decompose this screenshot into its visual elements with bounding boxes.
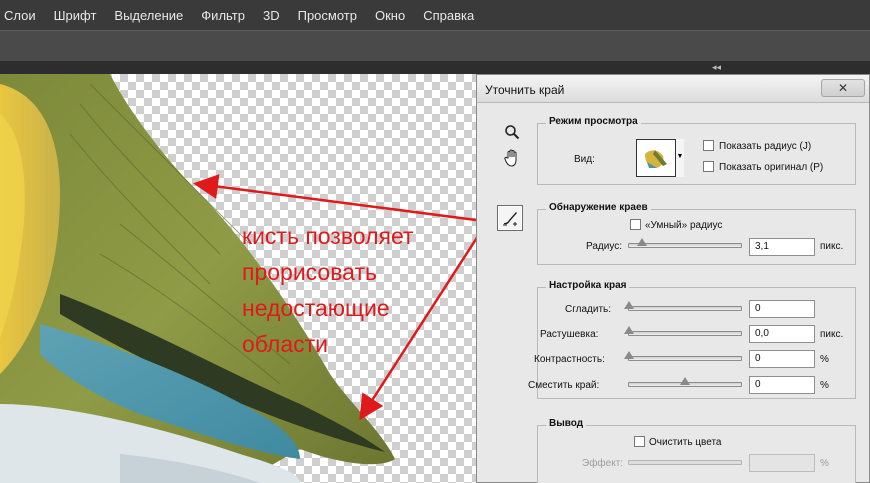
collapse-panels-icon[interactable]: ◂◂ [712,62,721,73]
shift-edge-input[interactable]: 0 [749,376,815,394]
annotation-line: области [242,331,329,357]
show-original-checkbox[interactable] [703,161,714,172]
effect-unit: % [820,458,829,469]
menu-item-4[interactable]: 3D [263,8,288,23]
menu-item-7[interactable]: Справка [423,8,482,23]
radius-slider[interactable] [628,238,742,248]
view-mode-group: Режим просмотра Вид: ▼ Показать радиус (… [537,116,856,185]
effect-input[interactable] [749,454,815,472]
radius-input[interactable]: 3,1 [749,238,815,256]
feather-slider[interactable] [624,326,742,336]
dialog-title-bar: Уточнить край ✕ [477,75,869,103]
smooth-slider-thumb[interactable] [624,301,634,309]
show-original-label: Показать оригинал (P) [719,162,824,173]
show-radius-checkbox[interactable] [703,140,714,151]
smooth-label: Сгладить: [565,304,612,315]
contrast-unit: % [820,354,829,365]
refine-radius-tool[interactable] [497,205,523,231]
edge-detection-group: Обнаружение краев «Умный» радиус Радиус:… [537,202,856,265]
decontaminate-checkbox[interactable] [634,436,645,447]
menu-item-5[interactable]: Просмотр [298,8,365,23]
feather-label: Растушевка: [540,329,599,340]
annotation-text: кисть позволяет прорисовать недостающие обл… [242,218,472,362]
annotation-line: кисть позволяет [242,223,414,249]
menu-item-1[interactable]: Шрифт [54,8,105,23]
adjust-edge-group: Настройка края Сгладить: 0 Растушевка: 0… [528,280,856,399]
view-mode-legend: Режим просмотра [546,116,641,127]
annotation-line: недостающие [242,295,390,321]
shift-edge-label: Сместить край: [528,380,600,391]
zoom-icon [505,125,520,140]
decontaminate-label: Очистить цвета [649,437,722,448]
menu-item-6[interactable]: Окно [375,8,413,23]
contrast-input[interactable]: 0 [749,350,815,368]
smooth-slider[interactable] [624,301,742,311]
contrast-slider-thumb[interactable] [624,351,634,359]
menu-bar: Слои Шрифт Выделение Фильтр 3D Просмотр Окно Сп… [0,0,870,30]
view-label: Вид: [574,154,595,165]
shift-edge-unit: % [820,380,829,391]
zoom-tool[interactable] [499,119,525,145]
close-icon: ✕ [837,81,849,95]
hand-icon [504,149,517,167]
feather-input[interactable]: 0,0 [749,325,815,343]
menu-item-2[interactable]: Выделение [114,8,191,23]
smart-radius-checkbox[interactable] [630,219,641,230]
effect-label: Эффект: [582,458,624,469]
smooth-input[interactable]: 0 [749,300,815,318]
effect-slider[interactable] [628,460,742,465]
radius-unit: пикс. [820,241,844,252]
view-mode-selector[interactable]: ▼ [636,139,684,177]
output-legend: Вывод [546,418,587,429]
refine-edge-dialog: Уточнить край ✕ Режим просмотра Вид: ▼ П… [476,74,870,483]
options-bar [0,30,870,62]
menu-item-3[interactable]: Фильтр [201,8,253,23]
shift-edge-slider[interactable] [628,377,742,387]
chevron-down-icon: ▼ [675,139,684,177]
feather-unit: пикс. [820,329,844,340]
adjust-edge-legend: Настройка края [546,280,630,291]
panel-strip [0,62,870,74]
dialog-title: Уточнить край [485,83,565,97]
view-preview-icon [637,140,675,176]
close-button[interactable]: ✕ [821,79,865,97]
menu-item-0[interactable]: Слои [4,8,44,23]
smart-radius-label: «Умный» радиус [645,220,723,231]
radius-label: Радиус: [586,241,622,252]
feather-slider-thumb[interactable] [624,326,634,334]
annotation-line: прорисовать [242,259,377,285]
contrast-slider[interactable] [624,351,742,361]
hand-tool[interactable] [499,145,525,171]
show-radius-label: Показать радиус (J) [719,141,812,152]
output-group: Вывод Очистить цвета Эффект: % [537,418,856,483]
edge-detection-legend: Обнаружение краев [546,202,651,213]
radius-slider-thumb[interactable] [637,238,648,246]
contrast-label: Контрастность: [534,354,605,365]
refine-radius-brush-icon [503,212,517,226]
shift-edge-slider-thumb[interactable] [680,377,690,385]
